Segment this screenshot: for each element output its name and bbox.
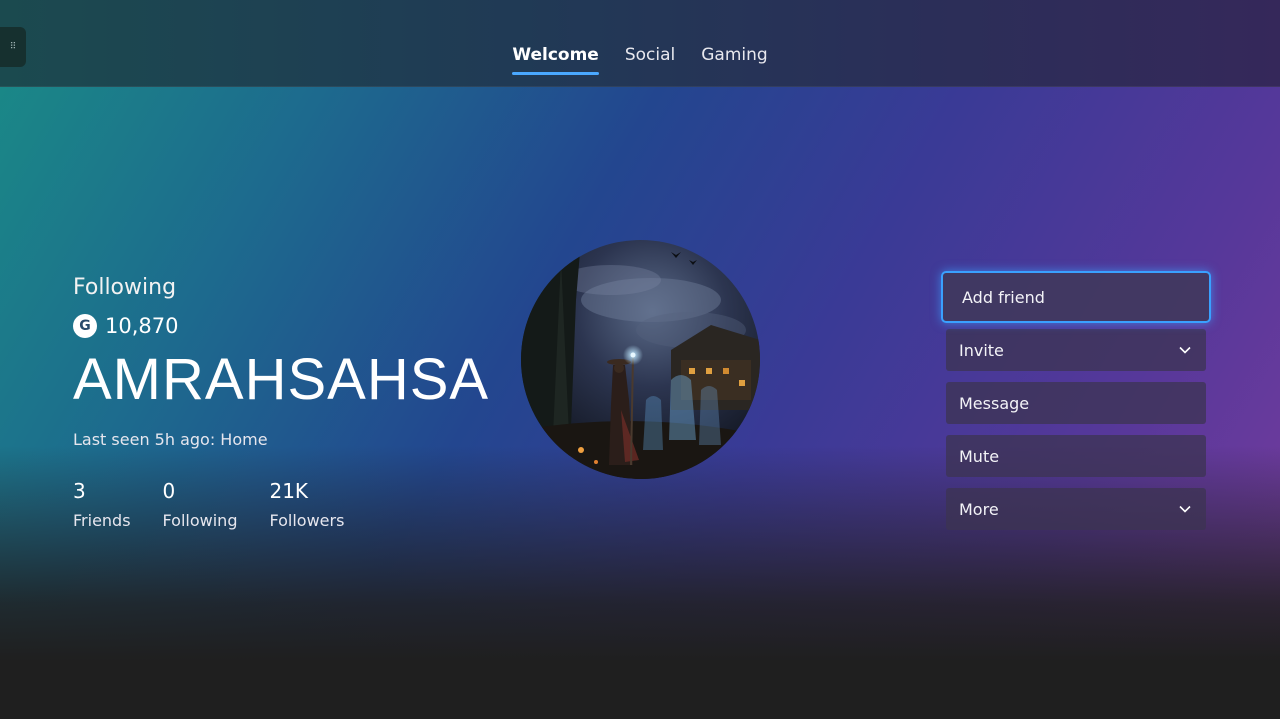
tab-social[interactable]: Social xyxy=(625,45,675,75)
stat-friends-value: 3 xyxy=(73,479,86,503)
relationship-status: Following xyxy=(73,275,177,300)
stat-following[interactable]: 0 Following xyxy=(163,479,238,530)
invite-button[interactable]: Invite xyxy=(946,329,1206,371)
gamertag: AMRAHSAHSA xyxy=(73,347,490,412)
avatar-image xyxy=(521,240,760,479)
profile-info: Following G 10,870 AMRAHSAHSA Last seen … xyxy=(73,275,513,530)
tab-welcome[interactable]: Welcome xyxy=(512,45,599,75)
invite-label: Invite xyxy=(959,340,1004,360)
tab-gaming[interactable]: Gaming xyxy=(701,45,767,75)
chevron-down-icon xyxy=(1178,343,1192,357)
last-seen-status: Last seen 5h ago: Home xyxy=(73,430,268,449)
stat-followers-label: Followers xyxy=(269,511,345,530)
more-label: More xyxy=(959,499,999,519)
message-button[interactable]: Message xyxy=(946,382,1206,424)
top-nav-bar: ⠿ Welcome Social Gaming xyxy=(0,0,1280,87)
stat-following-label: Following xyxy=(162,511,238,530)
avatar xyxy=(521,240,760,479)
mute-label: Mute xyxy=(959,446,1000,466)
add-friend-label: Add friend xyxy=(962,287,1045,307)
mute-button[interactable]: Mute xyxy=(946,435,1206,477)
more-button[interactable]: More xyxy=(946,488,1206,530)
add-friend-button[interactable]: Add friend xyxy=(941,271,1211,323)
stat-followers-value: 21K xyxy=(269,479,309,503)
profile-page: ⠿ Welcome Social Gaming Following G 10,8… xyxy=(0,0,1280,719)
profile-stats: 3 Friends 0 Following 21K Followers xyxy=(73,479,513,530)
gamerscore: G 10,870 xyxy=(73,314,513,338)
stat-friends[interactable]: 3 Friends xyxy=(73,479,131,530)
chevron-down-icon xyxy=(1178,502,1192,516)
stat-followers[interactable]: 21K Followers xyxy=(269,479,344,530)
stat-following-value: 0 xyxy=(162,479,176,503)
gamerscore-icon: G xyxy=(73,314,97,338)
stat-friends-label: Friends xyxy=(73,511,131,530)
message-label: Message xyxy=(959,393,1030,413)
tab-bar: Welcome Social Gaming xyxy=(0,0,1280,86)
gamerscore-value: 10,870 xyxy=(105,314,179,338)
profile-actions: Add friend Invite Message Mute More xyxy=(941,271,1211,541)
